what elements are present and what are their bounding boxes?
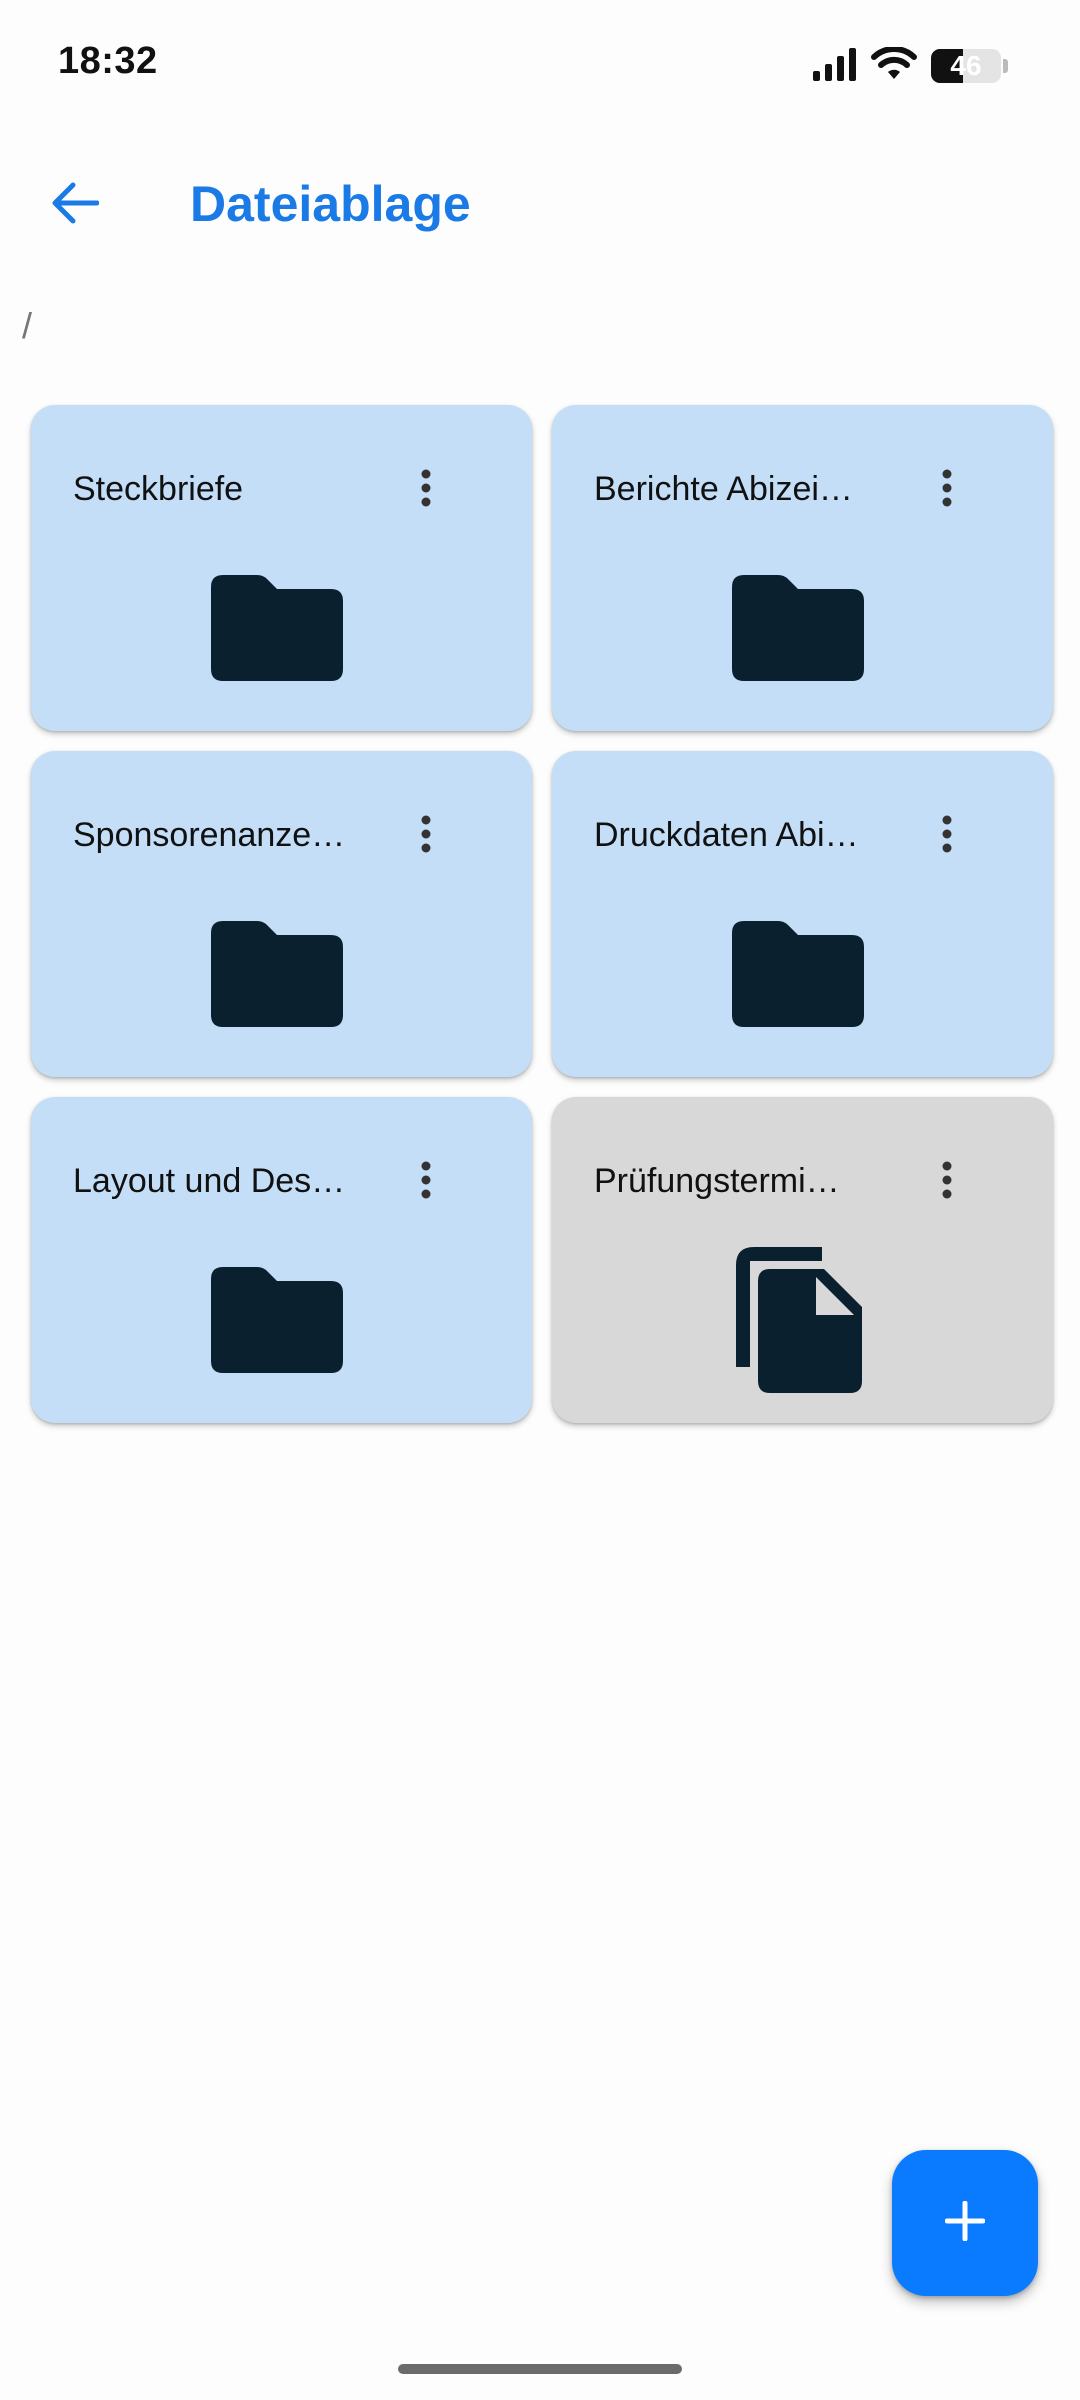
wifi-icon <box>871 45 917 86</box>
more-vert-icon <box>941 815 953 858</box>
page-title: Dateiablage <box>190 176 471 232</box>
folder-icon <box>732 575 864 686</box>
more-options-button[interactable] <box>912 806 982 866</box>
back-button[interactable] <box>30 170 120 240</box>
more-vert-icon <box>420 469 432 512</box>
add-fab-button[interactable] <box>892 2150 1038 2296</box>
more-options-button[interactable] <box>912 1152 982 1212</box>
more-vert-icon <box>420 815 432 858</box>
more-vert-icon <box>941 1161 953 1204</box>
folder-icon <box>211 575 343 686</box>
home-indicator[interactable] <box>398 2364 682 2374</box>
card-title: Sponsorenanze… <box>73 816 346 854</box>
status-icons: 46 <box>813 44 1008 88</box>
file-card[interactable]: Prüfungstermi… <box>552 1097 1053 1423</box>
more-options-button[interactable] <box>391 806 461 866</box>
arrow-back-icon <box>51 181 100 230</box>
folder-card[interactable]: Sponsorenanze… <box>31 751 532 1077</box>
folder-icon <box>211 1267 343 1378</box>
status-time: 18:32 <box>58 40 158 82</box>
battery-level: 46 <box>950 50 982 81</box>
card-title: Prüfungstermi… <box>594 1162 840 1200</box>
status-bar: 18:32 46 <box>0 0 1080 130</box>
file-copy-icon <box>736 1247 862 1398</box>
plus-icon <box>944 2200 986 2246</box>
card-title: Druckdaten Abi… <box>594 816 859 854</box>
more-options-button[interactable] <box>391 460 461 520</box>
folder-card[interactable]: Druckdaten Abi… <box>552 751 1053 1077</box>
file-grid: Steckbriefe Berichte Abizei… Sponsorenan… <box>31 405 1053 1423</box>
card-title: Berichte Abizei… <box>594 470 853 508</box>
card-title: Layout und Des… <box>73 1162 346 1200</box>
more-options-button[interactable] <box>391 1152 461 1212</box>
folder-card[interactable]: Layout und Des… <box>31 1097 532 1423</box>
folder-icon <box>211 921 343 1032</box>
battery-icon: 46 <box>931 49 1001 83</box>
more-vert-icon <box>941 469 953 512</box>
app-bar: Dateiablage <box>0 150 1080 260</box>
card-title: Steckbriefe <box>73 470 244 508</box>
battery-tip <box>1003 59 1008 73</box>
folder-card[interactable]: Berichte Abizei… <box>552 405 1053 731</box>
breadcrumb[interactable]: / <box>22 305 32 347</box>
signal-icon <box>813 47 857 86</box>
folder-icon <box>732 921 864 1032</box>
more-options-button[interactable] <box>912 460 982 520</box>
more-vert-icon <box>420 1161 432 1204</box>
folder-card[interactable]: Steckbriefe <box>31 405 532 731</box>
